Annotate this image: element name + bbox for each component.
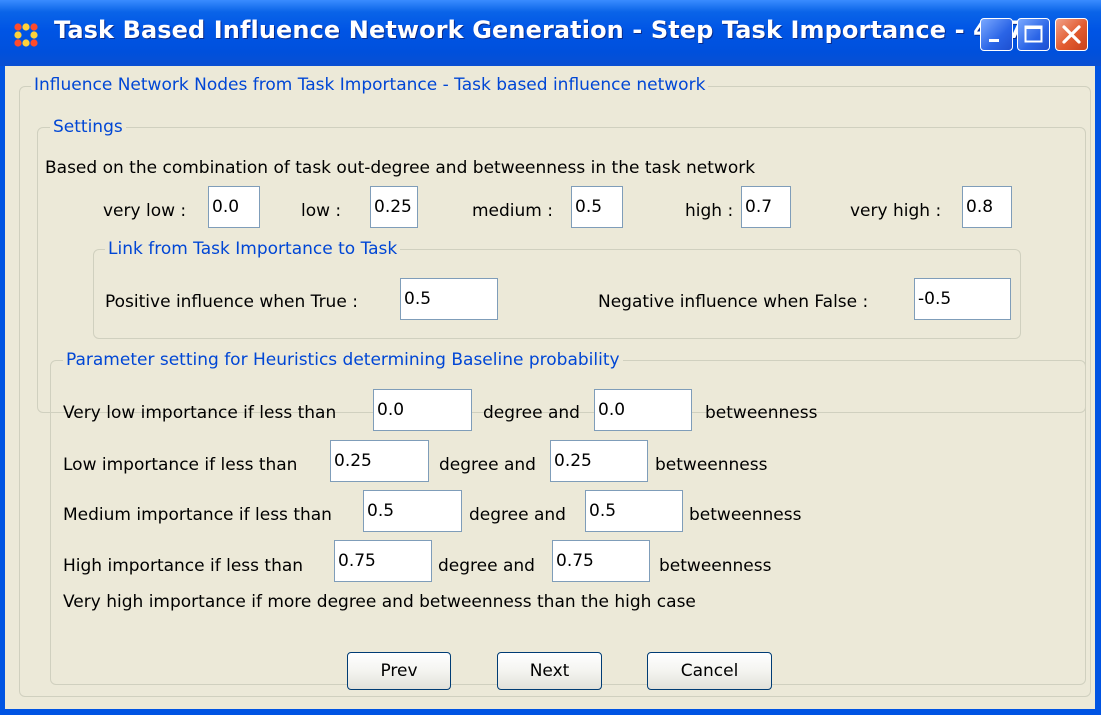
- settings-description: Based on the combination of task out-deg…: [45, 158, 756, 178]
- very-high-label: very high :: [850, 201, 942, 221]
- positive-influence-input[interactable]: 0.5: [400, 278, 498, 320]
- betweenness-label: betweenness: [689, 505, 802, 525]
- medium-input[interactable]: 0.5: [571, 186, 623, 228]
- degree-and-label: degree and: [438, 556, 535, 576]
- window-title: Task Based Influence Network Generation …: [54, 16, 1025, 44]
- medium-label: medium :: [472, 201, 553, 221]
- maximize-button[interactable]: [1017, 18, 1050, 51]
- very-low-betweenness-input[interactable]: 0.0: [594, 389, 692, 431]
- minimize-icon: [989, 39, 999, 42]
- close-button[interactable]: [1055, 18, 1088, 51]
- very-high-importance-note: Very high importance if more degree and …: [63, 592, 696, 612]
- prev-button[interactable]: Prev: [347, 652, 451, 690]
- close-icon: [1062, 25, 1081, 44]
- betweenness-label: betweenness: [659, 556, 772, 576]
- positive-influence-label: Positive influence when True :: [105, 292, 358, 312]
- main-group-title: Influence Network Nodes from Task Import…: [31, 75, 709, 95]
- medium-betweenness-input[interactable]: 0.5: [585, 490, 683, 532]
- very-low-degree-input[interactable]: 0.0: [373, 389, 472, 431]
- degree-and-label: degree and: [469, 505, 566, 525]
- betweenness-label: betweenness: [655, 455, 768, 475]
- low-label: low :: [301, 201, 342, 221]
- settings-title: Settings: [50, 117, 126, 137]
- next-button[interactable]: Next: [497, 652, 602, 690]
- dialog-body: Influence Network Nodes from Task Import…: [5, 66, 1095, 709]
- very-high-input[interactable]: 0.8: [962, 186, 1012, 228]
- high-degree-input[interactable]: 0.75: [334, 540, 432, 582]
- high-importance-label: High importance if less than: [63, 556, 304, 576]
- negative-influence-input[interactable]: -0.5: [914, 278, 1011, 320]
- minimize-button[interactable]: [980, 18, 1013, 51]
- high-betweenness-input[interactable]: 0.75: [552, 540, 650, 582]
- title-bar[interactable]: Task Based Influence Network Generation …: [0, 0, 1101, 66]
- cancel-button[interactable]: Cancel: [647, 652, 772, 690]
- betweenness-label: betweenness: [705, 403, 818, 423]
- negative-influence-label: Negative influence when False :: [598, 292, 869, 312]
- high-label: high :: [685, 201, 734, 221]
- low-input[interactable]: 0.25: [370, 186, 418, 228]
- maximize-icon: [1024, 25, 1043, 43]
- medium-degree-input[interactable]: 0.5: [363, 490, 462, 532]
- app-icon: [14, 23, 38, 47]
- low-importance-label: Low importance if less than: [63, 455, 298, 475]
- low-degree-input[interactable]: 0.25: [330, 440, 429, 482]
- low-betweenness-input[interactable]: 0.25: [550, 440, 648, 482]
- medium-importance-label: Medium importance if less than: [63, 505, 332, 525]
- very-low-label: very low :: [103, 201, 187, 221]
- dialog-window: Task Based Influence Network Generation …: [0, 0, 1101, 715]
- very-low-importance-label: Very low importance if less than: [63, 403, 337, 423]
- very-low-input[interactable]: 0.0: [208, 186, 260, 228]
- high-input[interactable]: 0.7: [741, 186, 791, 228]
- degree-and-label: degree and: [483, 403, 580, 423]
- link-group-title: Link from Task Importance to Task: [105, 239, 401, 259]
- heuristics-group-title: Parameter setting for Heuristics determi…: [63, 350, 623, 370]
- degree-and-label: degree and: [439, 455, 536, 475]
